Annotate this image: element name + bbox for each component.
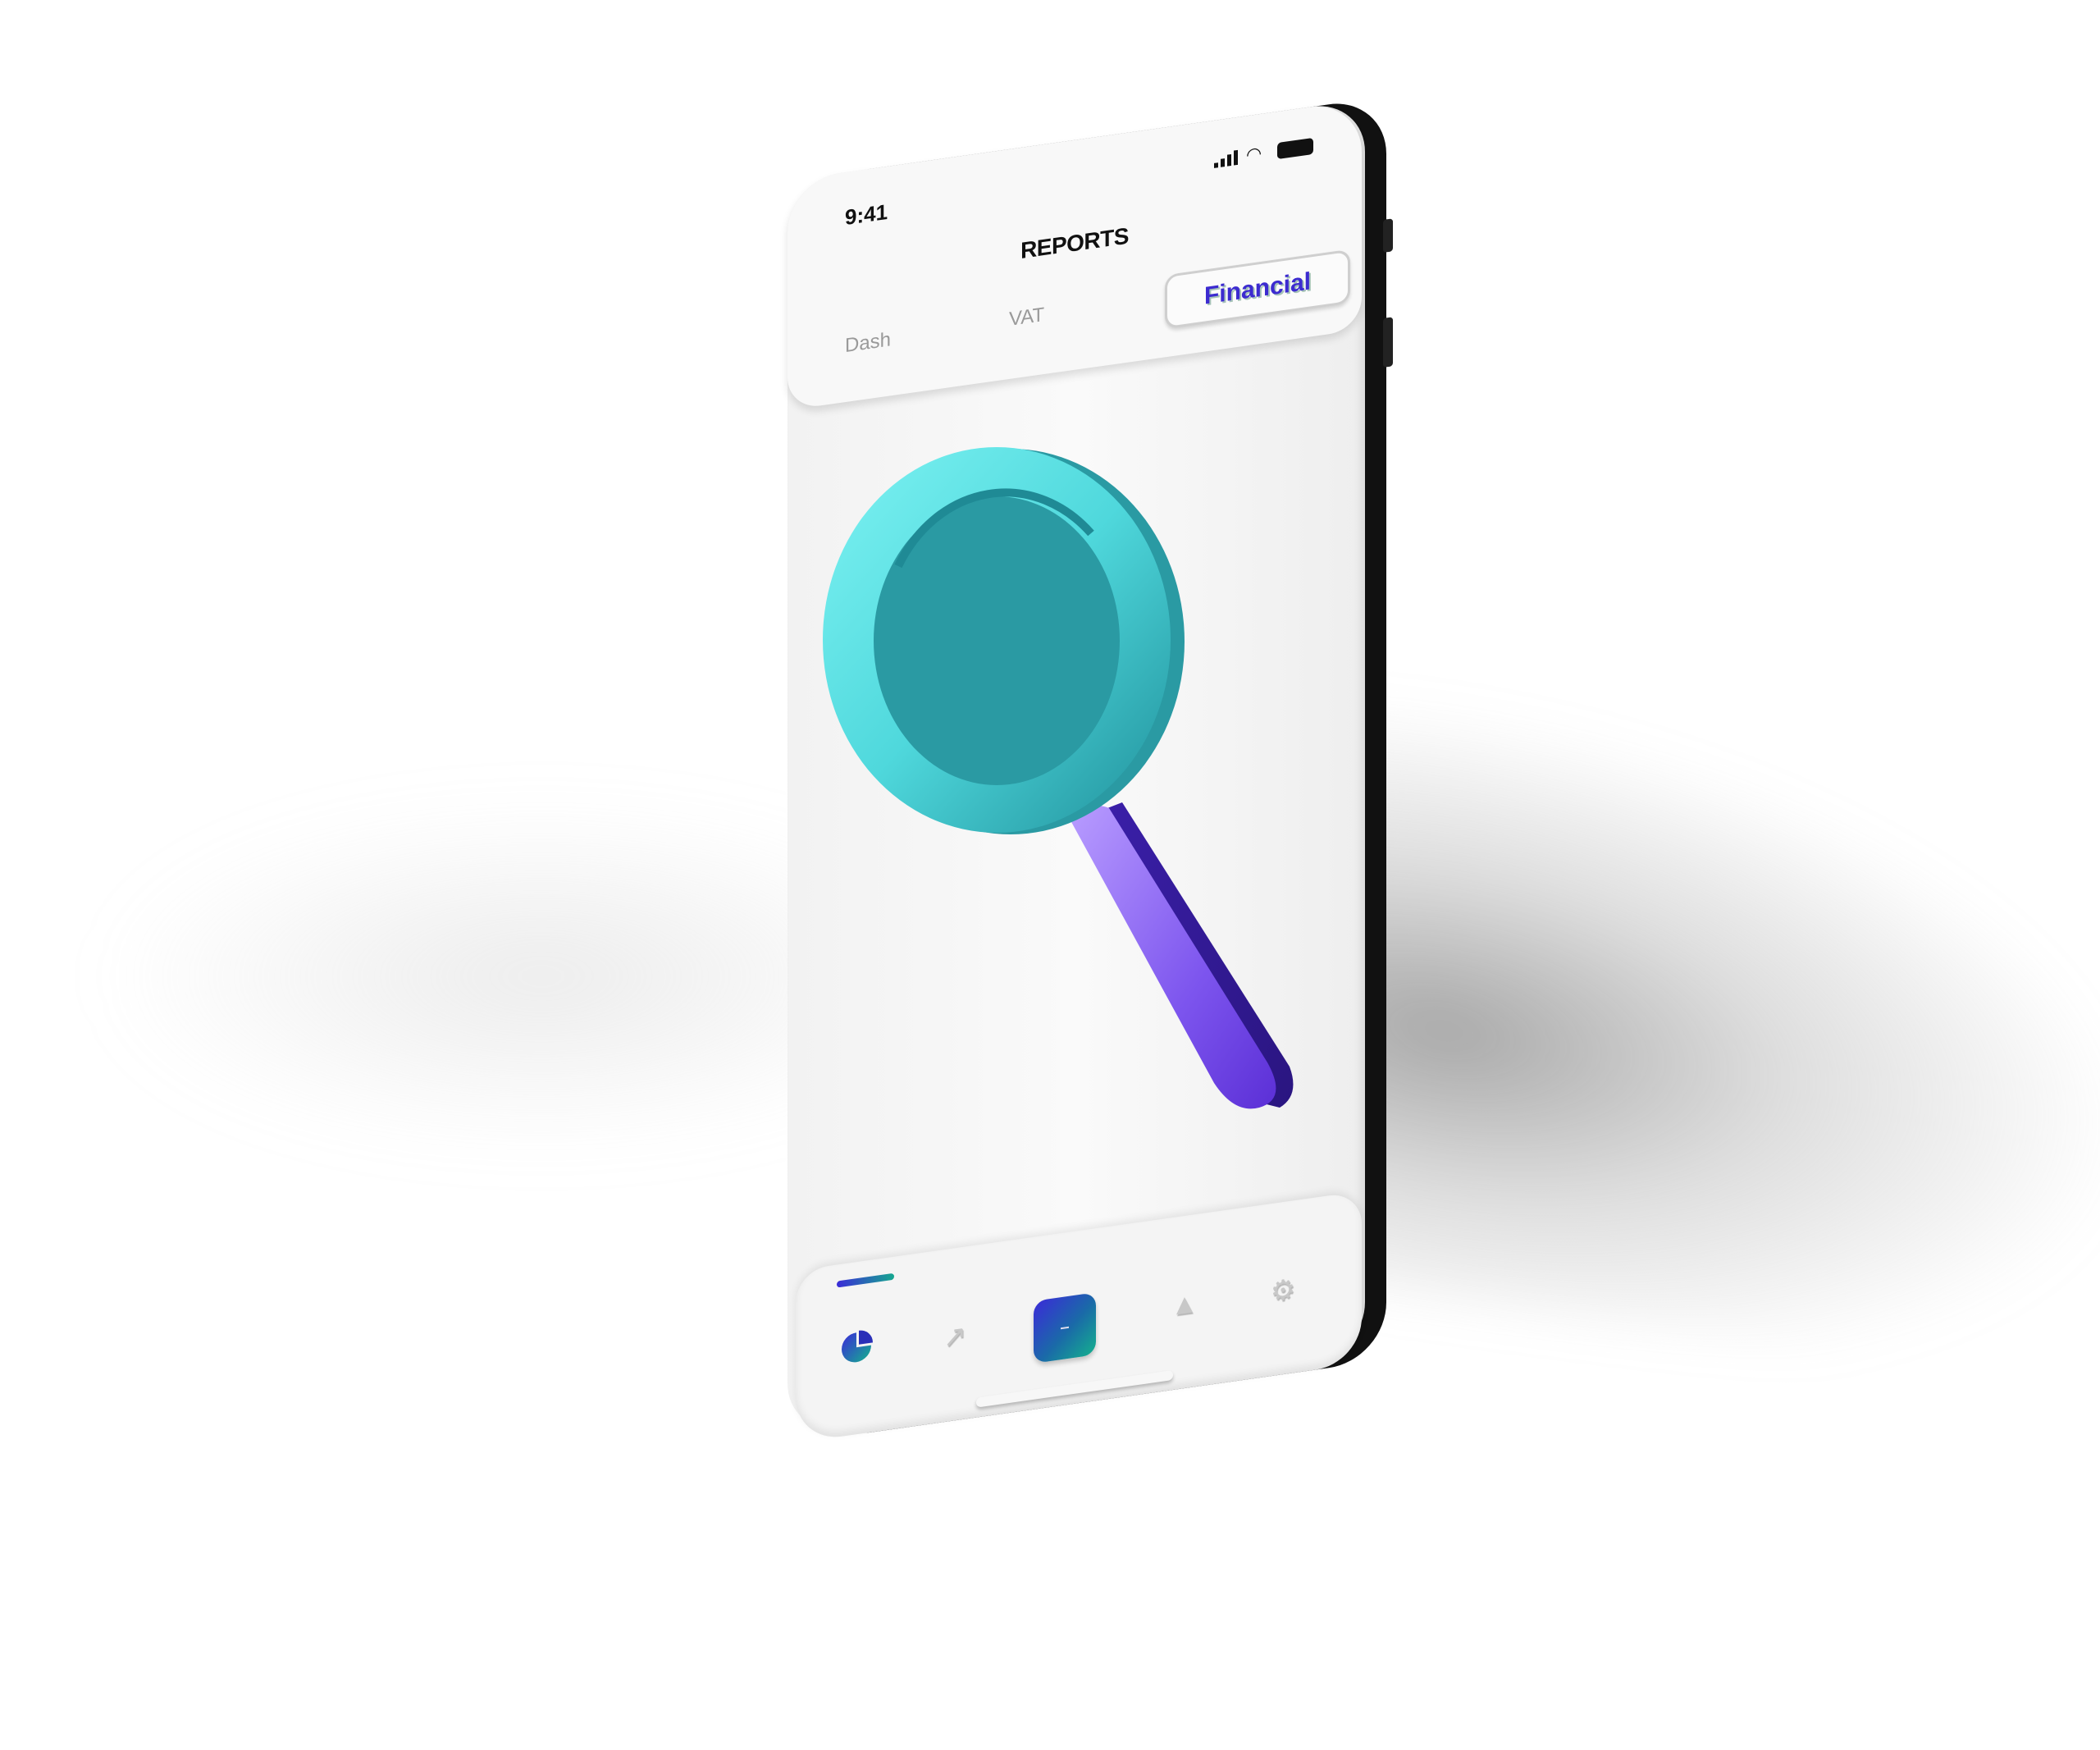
- scene: 9:41 ◠ REPORTS Dash VAT Financial ↗ ▲ ⚙: [0, 0, 2100, 1750]
- magnifying-glass-icon: [823, 447, 1294, 1109]
